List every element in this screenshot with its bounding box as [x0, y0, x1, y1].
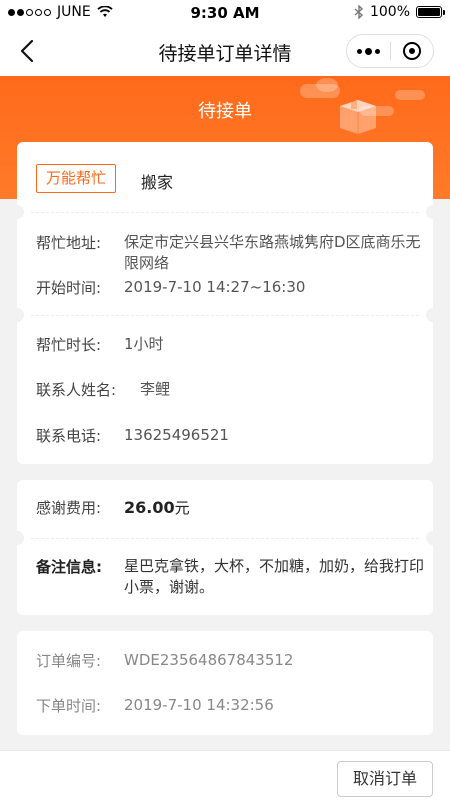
bottom-action-bar: 取消订单 [0, 750, 450, 800]
cloud-decoration [316, 78, 338, 92]
order-details-card: 帮忙地址: 保定市定兴县兴华东路燕城隽府D区底商乐无限网络 开始时间: 2019… [10, 205, 440, 464]
card-notch [426, 205, 440, 219]
order-info-card: 订单编号: WDE23564867843512 下单时间: 2019-7-10 … [17, 631, 433, 735]
status-right: 100% [354, 4, 445, 20]
fee-unit: 元 [174, 499, 190, 517]
battery-percent: 100% [369, 4, 410, 20]
start-time-label: 开始时间: [36, 279, 102, 297]
remark-value: 星巴克拿铁，大杯，不加糖，加奶，给我打印小票，谢谢。 [124, 557, 425, 596]
remark-label: 备注信息: [36, 558, 102, 576]
start-time-row: 开始时间: 2019-7-10 14:27~16:30 [36, 277, 305, 298]
contact-name-row: 联系人姓名: 李鲤 [36, 379, 170, 400]
phone-value[interactable]: 13625496521 [124, 425, 229, 446]
address-value: 保定市定兴县兴华东路燕城隽府D区底商乐无限网络 [124, 233, 421, 272]
nav-bar: 待接单订单详情 [0, 26, 450, 76]
fee-remark-card: 感谢费用: 26.00元 备注信息: 星巴克拿铁，大杯，不加糖，加奶，给我打印小… [10, 480, 440, 615]
fee-label: 感谢费用: [36, 499, 102, 517]
fee-row: 感谢费用: 26.00元 [36, 497, 190, 519]
battery-icon [416, 6, 445, 18]
service-type-card: 万能帮忙 搬家 [17, 142, 433, 212]
card-notch [10, 531, 24, 545]
order-time-label: 下单时间: [36, 697, 102, 715]
service-category-tag: 万能帮忙 [36, 164, 117, 193]
card-divider [31, 212, 419, 213]
card-notch [426, 531, 440, 545]
status-bar: JUNE 9:30 AM 100% [0, 0, 450, 26]
close-mini-program-icon[interactable] [391, 42, 434, 60]
order-status-title: 待接单 [198, 101, 252, 122]
remark-row: 备注信息: 星巴克拿铁，大杯，不加糖，加奶，给我打印小票，谢谢。 [36, 556, 428, 598]
contact-name-label: 联系人姓名: [36, 381, 117, 399]
start-time-value: 2019-7-10 14:27~16:30 [124, 278, 306, 296]
address-row: 帮忙地址: 保定市定兴县兴华东路燕城隽府D区底商乐无限网络 [36, 232, 428, 274]
order-number-label: 订单编号: [36, 652, 102, 670]
order-time-value: 2019-7-10 14:32:56 [124, 696, 274, 714]
card-notch [426, 308, 440, 322]
card-notch [10, 308, 24, 322]
order-number-row: 订单编号: WDE23564867843512 [36, 650, 293, 671]
service-name: 搬家 [141, 173, 174, 192]
card-notch [10, 205, 24, 219]
phone-label: 联系电话: [36, 427, 102, 445]
cancel-order-button[interactable]: 取消订单 [337, 761, 433, 797]
card-divider [31, 538, 419, 539]
more-options-icon[interactable] [347, 47, 390, 55]
duration-label: 帮忙时长: [36, 336, 102, 354]
fee-value: 26.00元 [124, 497, 190, 519]
order-time-row: 下单时间: 2019-7-10 14:32:56 [36, 695, 274, 716]
duration-row: 帮忙时长: 1小时 [36, 334, 164, 355]
fee-amount: 26.00 [124, 498, 175, 517]
mini-program-capsule [346, 34, 434, 68]
bluetooth-icon [354, 5, 363, 19]
card-divider [31, 315, 419, 316]
address-label: 帮忙地址: [36, 234, 102, 252]
order-number-value: WDE23564867843512 [124, 651, 294, 669]
contact-name-value: 李鲤 [140, 380, 171, 398]
phone-row: 联系电话: 13625496521 [36, 425, 229, 446]
duration-value: 1小时 [124, 335, 164, 353]
